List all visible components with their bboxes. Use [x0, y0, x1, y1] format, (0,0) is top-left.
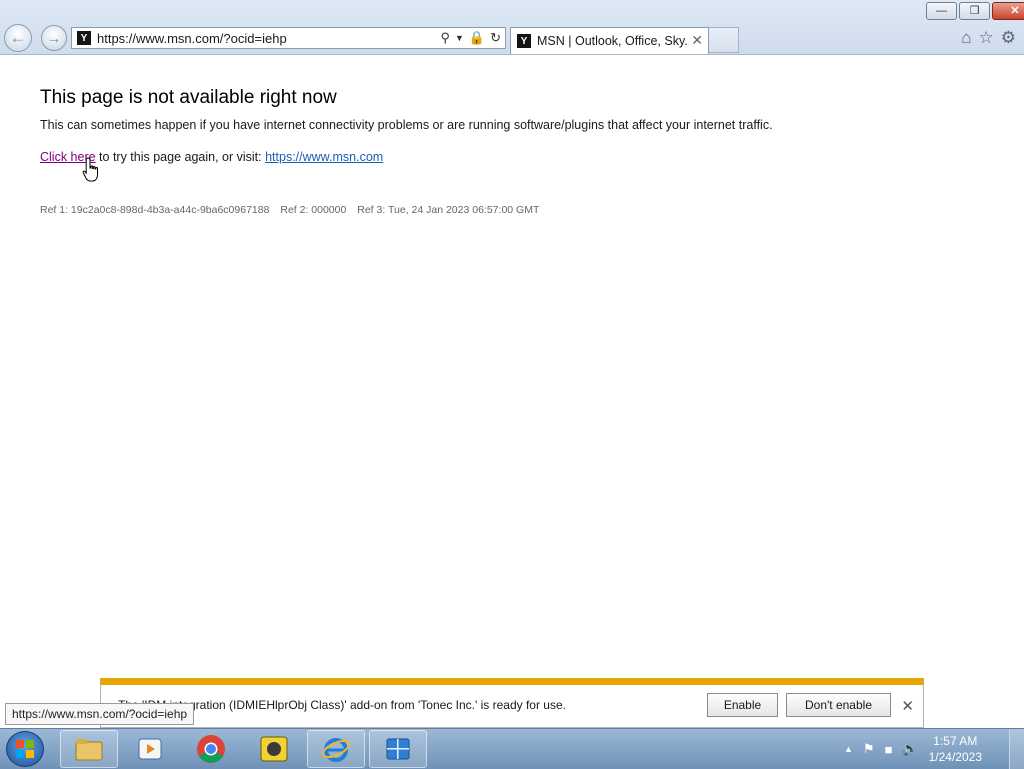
explorer-icon: [75, 739, 103, 761]
settings-gear-icon[interactable]: ⚙: [1001, 28, 1016, 48]
taskbar-app[interactable]: [245, 730, 303, 768]
ref-3: Ref 3: Tue, 24 Jan 2023 06:57:00 GMT: [357, 204, 540, 216]
dropdown-arrow-icon[interactable]: ▼: [455, 30, 464, 46]
app-window-icon: [386, 738, 410, 760]
ref-2: Ref 2: 000000: [280, 204, 347, 216]
forward-button[interactable]: →: [41, 25, 67, 51]
close-tab-icon[interactable]: ✕: [691, 32, 703, 49]
address-bar-icons: ⚲ ▼ 🔒 ↻: [440, 30, 501, 46]
tab-msn[interactable]: Y MSN | Outlook, Office, Sky... ✕: [510, 27, 709, 54]
enable-button[interactable]: Enable: [707, 693, 778, 717]
clock-time: 1:57 AM: [933, 734, 978, 748]
chrome-icon: [197, 735, 225, 763]
network-icon[interactable]: ■: [885, 742, 893, 757]
taskbar: ▲ ⚑ ■ 🔈 1:57 AM 1/24/2023: [0, 728, 1024, 769]
status-url-tooltip: https://www.msn.com/?ocid=iehp: [5, 703, 195, 725]
hand-cursor-icon: [82, 157, 98, 182]
address-url[interactable]: https://www.msn.com/?ocid=iehp: [97, 31, 287, 46]
tab-title: MSN | Outlook, Office, Sky...: [537, 34, 689, 48]
show-desktop-button[interactable]: [1009, 729, 1024, 769]
msn-favicon-icon: Y: [77, 31, 91, 45]
forward-arrow-icon: →: [47, 30, 61, 46]
page-title: This page is not available right now: [40, 87, 337, 108]
taskbar-explorer[interactable]: [60, 730, 118, 768]
clock[interactable]: 1:57 AM 1/24/2023: [929, 733, 982, 765]
home-icon[interactable]: ⌂: [961, 28, 971, 48]
window-controls: — ❐ ✕: [926, 2, 1024, 20]
lock-icon[interactable]: 🔒: [469, 30, 485, 46]
taskbar-internet-explorer[interactable]: [307, 730, 365, 768]
retry-line: Click here to try this page again, or vi…: [40, 150, 773, 164]
restore-button[interactable]: ❐: [959, 2, 990, 20]
msn-home-link[interactable]: https://www.msn.com: [265, 150, 383, 164]
taskbar-chrome[interactable]: [182, 730, 240, 768]
address-bar[interactable]: Y https://www.msn.com/?ocid=iehp ⚲ ▼ 🔒 ↻: [71, 27, 506, 49]
new-tab-button[interactable]: [709, 27, 739, 53]
close-window-button[interactable]: ✕: [992, 2, 1024, 20]
taskbar-media-player[interactable]: [121, 730, 179, 768]
taskbar-app-window[interactable]: [369, 730, 427, 768]
back-arrow-icon: ←: [9, 28, 27, 47]
close-notification-icon[interactable]: ✕: [901, 697, 914, 715]
show-hidden-icons-icon[interactable]: ▲: [844, 744, 853, 754]
volume-icon[interactable]: 🔈: [902, 741, 918, 757]
error-content: This page is not available right now Thi…: [40, 87, 773, 164]
back-button[interactable]: ←: [4, 24, 32, 52]
addon-notification-bar: The 'IDM integration (IDMIEHlprObj Class…: [100, 678, 924, 728]
action-center-flag-icon[interactable]: ⚑: [863, 741, 875, 757]
dont-enable-button[interactable]: Don't enable: [786, 693, 891, 717]
reference-info: Ref 1: 19c2a0c8-898d-4b3a-a44c-9ba6c0967…: [40, 204, 547, 216]
ref-1: Ref 1: 19c2a0c8-898d-4b3a-a44c-9ba6c0967…: [40, 204, 270, 216]
error-description: This can sometimes happen if you have in…: [40, 118, 773, 132]
msn-favicon-icon: Y: [517, 34, 531, 48]
internet-explorer-icon: [322, 738, 350, 762]
clock-date: 1/24/2023: [928, 750, 982, 764]
media-player-icon: [138, 738, 162, 760]
favorites-star-icon[interactable]: ☆: [979, 28, 994, 48]
browser-chrome: — ❐ ✕ ← → Y https://www.msn.com/?ocid=ie…: [0, 0, 1024, 55]
app-icon: [260, 736, 288, 762]
command-icons: ⌂ ☆ ⚙: [961, 28, 1016, 48]
minimize-button[interactable]: —: [926, 2, 957, 20]
retry-suffix-text: to try this page again, or visit:: [95, 150, 266, 164]
refresh-icon[interactable]: ↻: [490, 30, 501, 46]
start-button[interactable]: [6, 731, 44, 767]
search-icon[interactable]: ⚲: [440, 30, 450, 46]
windows-logo-icon: [16, 740, 34, 758]
system-tray: ▲ ⚑ ■ 🔈 1:57 AM 1/24/2023: [844, 729, 982, 769]
